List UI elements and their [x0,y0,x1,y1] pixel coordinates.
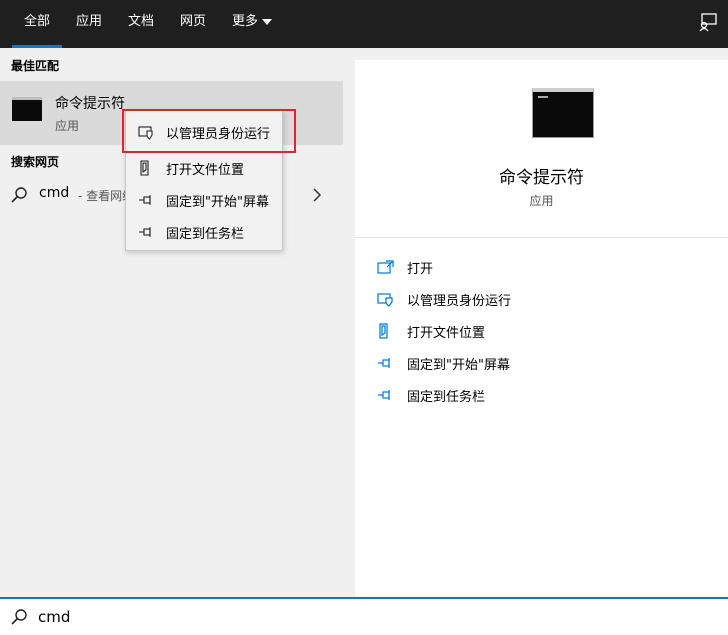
open-icon [377,260,394,274]
best-match-heading: 最佳匹配 [11,59,60,73]
search-scope-tabs: 全部 应用 文档 网页 更多 [0,0,728,48]
action-run-as-admin-label: 以管理员身份运行 [407,294,512,309]
tab-apps[interactable]: 应用 [66,0,112,48]
tab-all[interactable]: 全部 [12,0,62,48]
tab-documents-label: 文档 [127,14,154,29]
file-location-icon [379,323,388,339]
action-open-label: 打开 [407,262,434,277]
search-icon [11,187,27,203]
tab-apps-label: 应用 [75,14,102,29]
feedback-icon[interactable] [698,12,718,32]
caret-down-icon [262,18,272,25]
context-pin-to-start[interactable]: 固定到"开始"屏幕 [126,185,282,213]
search-input[interactable] [38,605,698,629]
web-search-heading: 搜索网页 [11,155,60,169]
chevron-right-icon[interactable] [312,187,322,203]
context-run-as-admin-label: 以管理员身份运行 [166,127,271,142]
best-match-type: 应用 [55,119,80,133]
best-match-name: 命令提示符 [55,96,125,112]
web-search-term: cmd [39,185,70,201]
pin-icon [139,195,151,205]
pin-icon [378,358,390,368]
command-prompt-icon [532,88,594,138]
tab-documents[interactable]: 文档 [118,0,164,48]
detail-app-type: 应用 [529,194,554,208]
pin-icon [139,227,151,237]
context-menu: 以管理员身份运行 打开文件位置 固定到"开始"屏幕 固定到任务栏 [122,109,296,251]
action-pin-to-start-label: 固定到"开始"屏幕 [407,358,510,373]
file-location-icon [140,160,149,176]
tab-all-label: 全部 [23,14,50,29]
action-pin-to-taskbar-label: 固定到任务栏 [407,390,486,405]
context-pin-to-taskbar[interactable]: 固定到任务栏 [126,217,282,245]
context-open-file-location-label: 打开文件位置 [166,163,245,178]
context-run-as-admin[interactable]: 以管理员身份运行 [122,109,296,153]
details-pane: 命令提示符 应用 打开 以管理员身份运行 打开文件位置 固定到"开始"屏幕 固定… [355,60,728,597]
command-prompt-icon [12,97,42,121]
context-pin-to-taskbar-label: 固定到任务栏 [166,227,245,242]
tab-more-label: 更多 [231,14,258,29]
tab-more[interactable]: 更多 [222,0,282,48]
divider [355,237,728,238]
search-bar [0,597,728,635]
tab-web[interactable]: 网页 [170,0,216,48]
detail-app-name: 命令提示符 [499,168,584,188]
tab-web-label: 网页 [179,14,206,29]
shield-window-icon [377,293,393,307]
shield-window-icon [138,126,153,140]
search-icon [11,609,27,625]
pin-icon [378,390,390,400]
action-open-file-location-label: 打开文件位置 [407,326,486,341]
context-pin-to-start-label: 固定到"开始"屏幕 [166,195,269,210]
context-open-file-location[interactable]: 打开文件位置 [126,153,282,181]
